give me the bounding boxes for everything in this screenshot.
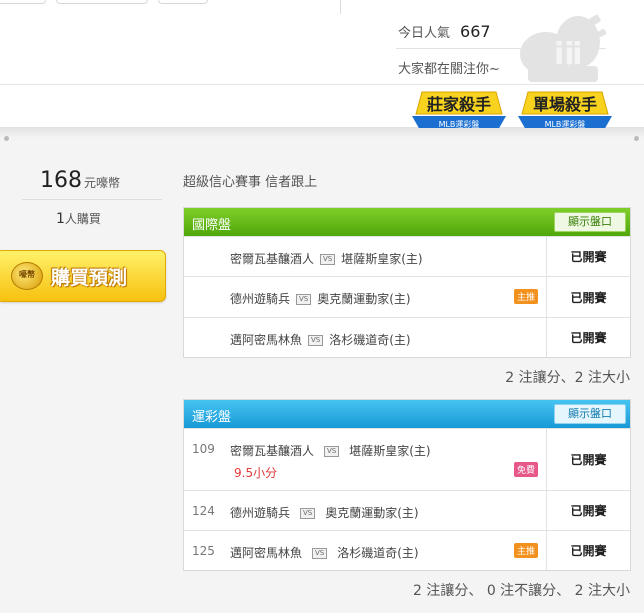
match-row[interactable]: 密爾瓦基釀酒人 VS 堪薩斯皇家(主) 已開賽 bbox=[184, 236, 630, 276]
match-row[interactable]: 邁阿密馬林魚 VS 洛杉磯道奇(主) 已開賽 bbox=[184, 317, 630, 357]
vs-icon: VS bbox=[300, 508, 316, 519]
coin-icon: 嚎幣 bbox=[11, 262, 43, 290]
featured-pick-badge: 主推 bbox=[514, 543, 539, 558]
international-odds-panel: 國際盤 顯示盤口 密爾瓦基釀酒人 VS 堪薩斯皇家(主) 已開賽 德州遊騎兵 VS 奧克… bbox=[183, 207, 631, 358]
away-team: 德州遊騎兵 bbox=[230, 506, 291, 520]
vs-icon: VS bbox=[320, 254, 336, 265]
away-team: 邁阿密馬林魚 bbox=[230, 333, 303, 347]
game-number: 125 bbox=[192, 544, 215, 558]
tab-stub[interactable] bbox=[56, 0, 148, 4]
home-team: 堪薩斯皇家(主) bbox=[341, 252, 423, 266]
price-value: 168 bbox=[40, 168, 82, 193]
divider bbox=[22, 199, 162, 200]
buyer-count-unit: 人購買 bbox=[64, 212, 101, 226]
section-subtitle: 超級信心賽事 信者跟上 bbox=[183, 175, 318, 190]
match-status: 已開賽 bbox=[546, 491, 630, 530]
tab-stub[interactable] bbox=[0, 0, 46, 4]
price: 168 元嚎幣 bbox=[40, 168, 120, 193]
show-odds-button[interactable]: 顯示盤口 bbox=[554, 212, 626, 232]
match-teams: 密爾瓦基釀酒人 VS 堪薩斯皇家(主) bbox=[230, 250, 423, 267]
buyer-count: 1人購買 bbox=[56, 210, 101, 227]
home-team: 堪薩斯皇家(主) bbox=[349, 444, 431, 458]
today-popularity-count: 667 bbox=[460, 22, 491, 41]
match-teams: 德州遊騎兵 VS 奧克蘭運動家(主) bbox=[230, 290, 411, 307]
home-team: 奧克蘭運動家(主) bbox=[317, 292, 411, 306]
match-teams: 邁阿密馬林魚 VS 洛杉磯道奇(主) bbox=[230, 544, 419, 561]
buy-prediction-label: 購買預測 bbox=[51, 267, 128, 289]
tab-stub[interactable] bbox=[158, 0, 208, 4]
international-summary: 2 注讓分、2 注大小 bbox=[505, 370, 630, 386]
badge-title: 莊家殺手 bbox=[427, 95, 491, 114]
vs-icon: VS bbox=[312, 548, 328, 559]
free-badge: 免費 bbox=[514, 462, 539, 477]
away-team: 邁阿密馬林魚 bbox=[230, 546, 303, 560]
show-odds-button[interactable]: 顯示盤口 bbox=[554, 404, 626, 424]
home-team: 洛杉磯道奇(主) bbox=[337, 546, 419, 560]
divider bbox=[0, 84, 644, 85]
match-status: 已開賽 bbox=[546, 531, 630, 570]
panel-header: 運彩盤 顯示盤口 bbox=[184, 400, 630, 428]
price-unit: 元嚎幣 bbox=[84, 176, 121, 190]
match-status: 已開賽 bbox=[546, 429, 630, 490]
home-team: 奧克蘭運動家(主) bbox=[325, 506, 419, 520]
away-team: 密爾瓦基釀酒人 bbox=[230, 252, 315, 266]
match-teams: 密爾瓦基釀酒人 VS 堪薩斯皇家(主) bbox=[230, 442, 431, 459]
match-status: 已開賽 bbox=[546, 237, 630, 276]
buyer-count-value: 1 bbox=[56, 211, 65, 227]
match-teams: 邁阿密馬林魚 VS 洛杉磯道奇(主) bbox=[230, 331, 411, 348]
badge-title: 單場殺手 bbox=[533, 95, 597, 114]
today-popularity: 今日人氣 667 bbox=[398, 22, 491, 41]
match-row[interactable]: 德州遊騎兵 VS 奧克蘭運動家(主) 主推 已開賽 bbox=[184, 276, 630, 317]
sports-lottery-panel: 運彩盤 顯示盤口 109 密爾瓦基釀酒人 VS 堪薩斯皇家(主) 9.5小分 免費 … bbox=[183, 399, 631, 571]
vs-icon: VS bbox=[296, 294, 312, 305]
game-number: 109 bbox=[192, 442, 215, 456]
rivet-dot bbox=[634, 136, 639, 141]
buy-prediction-button[interactable]: 嚎幣 購買預測 bbox=[0, 250, 166, 302]
svg-text:ⅰⅱ: ⅰⅱ bbox=[554, 37, 583, 72]
sports-lottery-summary: 2 注讓分、 0 注不讓分、 2 注大小 bbox=[413, 583, 630, 599]
match-status: 已開賽 bbox=[546, 277, 630, 317]
rivet-dot bbox=[4, 136, 9, 141]
divider bbox=[340, 0, 341, 14]
popularity-illustration-icon: ⅰⅱ bbox=[520, 14, 607, 82]
match-teams: 德州遊騎兵 VS 奧克蘭運動家(主) bbox=[230, 504, 419, 521]
away-team: 德州遊騎兵 bbox=[230, 292, 291, 306]
today-popularity-label: 今日人氣 bbox=[398, 26, 451, 41]
home-team: 洛杉磯道奇(主) bbox=[329, 333, 411, 347]
game-number: 124 bbox=[192, 504, 215, 518]
panel-header: 國際盤 顯示盤口 bbox=[184, 208, 630, 236]
pick-spread: 9.5小分 bbox=[234, 466, 278, 480]
featured-pick-badge: 主推 bbox=[514, 289, 539, 304]
away-team: 密爾瓦基釀酒人 bbox=[230, 444, 315, 458]
match-status: 已開賽 bbox=[546, 318, 630, 357]
vs-icon: VS bbox=[308, 335, 324, 346]
panel-title: 運彩盤 bbox=[192, 410, 232, 425]
tagline: 大家都在關注你~ bbox=[398, 62, 500, 77]
section-divider bbox=[0, 128, 644, 138]
vs-icon: VS bbox=[324, 446, 340, 457]
match-row[interactable]: 109 密爾瓦基釀酒人 VS 堪薩斯皇家(主) 9.5小分 免費 已開賽 bbox=[184, 428, 630, 490]
match-row[interactable]: 124 德州遊騎兵 VS 奧克蘭運動家(主) 已開賽 bbox=[184, 490, 630, 530]
match-row[interactable]: 125 邁阿密馬林魚 VS 洛杉磯道奇(主) 主推 已開賽 bbox=[184, 530, 630, 570]
panel-title: 國際盤 bbox=[192, 218, 232, 233]
